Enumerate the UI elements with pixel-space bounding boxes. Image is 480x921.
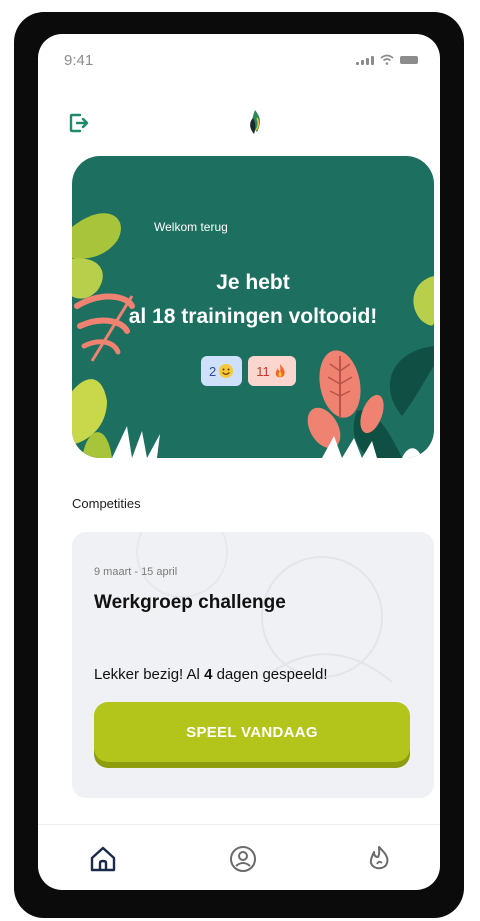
stats-badges: 2 11 (201, 356, 296, 386)
play-today-button[interactable]: SPEEL VANDAAG (94, 702, 410, 762)
competition-title: Werkgroep challenge (94, 592, 286, 613)
home-icon[interactable] (88, 844, 118, 874)
headline-line-2: al 18 trainingen voltooid! (128, 305, 378, 328)
logout-icon[interactable] (68, 112, 90, 134)
profile-icon[interactable] (228, 844, 258, 874)
app-screen: 9:41 Welkom terug Je hebt al 18 training… (38, 34, 440, 890)
fire-badge: 11 (248, 356, 296, 386)
fire-emoji-icon (275, 364, 285, 378)
phone-frame: 9:41 Welkom terug Je hebt al 18 training… (14, 12, 464, 918)
progress-prefix: Lekker bezig! Al (94, 666, 205, 683)
nav-divider (38, 824, 440, 825)
headline-line-1: Je hebt (216, 271, 290, 294)
status-icons (356, 54, 418, 65)
leaf-flame-logo (250, 110, 260, 134)
smile-badge: 2 (201, 356, 243, 386)
status-bar: 9:41 (38, 34, 440, 78)
competition-progress: Lekker bezig! Al 4 dagen gespeeld! (94, 666, 328, 683)
streak-icon[interactable] (364, 844, 394, 874)
smile-count: 2 (209, 363, 217, 379)
fire-count: 11 (256, 363, 270, 379)
headline: Je hebt al 18 trainingen voltooid! (72, 266, 434, 334)
wifi-icon (380, 54, 394, 65)
welcome-banner: Welkom terug Je hebt al 18 trainingen vo… (72, 156, 434, 458)
battery-icon (400, 56, 418, 64)
welcome-text: Welkom terug (154, 220, 228, 234)
smile-emoji-icon (219, 364, 234, 378)
competition-card[interactable]: 9 maart - 15 april Werkgroep challenge L… (72, 532, 434, 798)
signal-icon (356, 56, 374, 65)
progress-suffix: dagen gespeeld! (212, 666, 328, 683)
bottom-nav (38, 844, 440, 890)
status-time: 9:41 (64, 52, 94, 69)
competitions-title: Competities (72, 496, 141, 511)
competition-date-range: 9 maart - 15 april (94, 566, 178, 578)
